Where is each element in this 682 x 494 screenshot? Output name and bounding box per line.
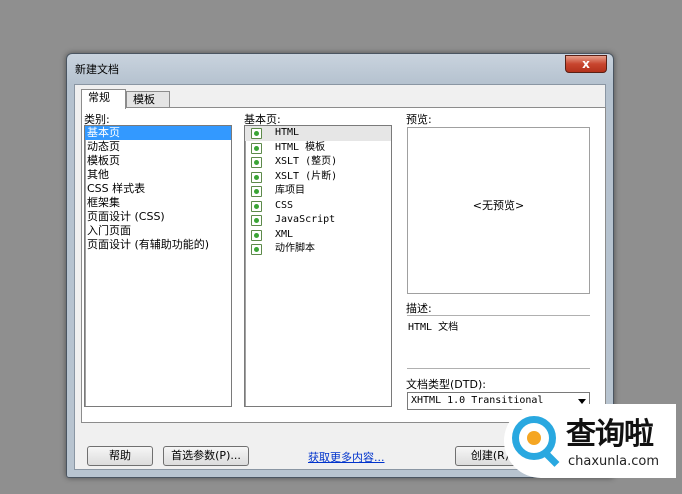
category-item[interactable]: 模板页 (85, 154, 231, 168)
category-item[interactable]: 基本页 (85, 126, 231, 140)
watermark-url: chaxunla.com (568, 454, 659, 469)
watermark-logo: 查询啦 chaxunla.com (504, 404, 676, 478)
document-icon (251, 157, 262, 168)
document-icon (251, 215, 262, 226)
document-icon (251, 128, 262, 139)
basic-page-item-label: JavaScript (275, 214, 336, 225)
preview-box: <无预览> (407, 127, 590, 294)
basic-page-item[interactable]: XML (245, 228, 391, 243)
category-item[interactable]: 入门页面 (85, 224, 231, 238)
category-item[interactable]: 页面设计 (有辅助功能的) (85, 238, 231, 252)
basic-page-item-label: 动作脚本 (275, 243, 315, 254)
preferences-button[interactable]: 首选参数(P)... (163, 446, 249, 466)
category-item[interactable]: 页面设计 (CSS) (85, 210, 231, 224)
tab-general[interactable]: 常规 (81, 89, 126, 109)
basic-page-item[interactable]: JavaScript (245, 213, 391, 228)
basic-page-item-label: CSS (275, 199, 294, 211)
description-divider (407, 315, 590, 316)
category-item[interactable]: 动态页 (85, 140, 231, 154)
preview-text: <无预览> (472, 199, 525, 212)
tab-templates[interactable]: 模板 (126, 91, 170, 108)
category-list[interactable]: 基本页 动态页 模板页 其他 CSS 样式表 框架集 页面设计 (CSS) 入门页面 页面设计 … (84, 125, 232, 407)
description-divider-bottom (407, 368, 590, 369)
magnifier-logo-icon (512, 416, 556, 460)
category-item[interactable]: 其他 (85, 168, 231, 182)
document-icon (251, 186, 262, 197)
basic-page-item[interactable]: XSLT (片断) (245, 170, 391, 185)
basic-page-list[interactable]: HTML HTML 模板 XSLT (整页) XSLT (片断) 库项目 CSS JavaS… (244, 125, 392, 407)
category-item[interactable]: 框架集 (85, 196, 231, 210)
preview-label: 预览: (406, 113, 432, 126)
basic-page-item-label: HTML (275, 127, 300, 138)
close-button[interactable]: x (565, 55, 607, 73)
title-bar[interactable]: 新建文档 x (67, 54, 613, 80)
description-label: 描述: (406, 302, 432, 315)
basic-page-item[interactable]: HTML (245, 126, 391, 141)
basic-page-item[interactable]: 库项目 (245, 184, 391, 199)
basic-page-item[interactable]: HTML 模板 (245, 141, 391, 156)
document-icon (251, 244, 262, 255)
help-button[interactable]: 帮助 (87, 446, 153, 466)
basic-page-item[interactable]: CSS (245, 199, 391, 214)
basic-page-item[interactable]: 动作脚本 (245, 242, 391, 257)
dialog-title: 新建文档 (75, 63, 119, 76)
document-icon (251, 142, 262, 154)
basic-page-item-label: HTML 模板 (275, 141, 326, 153)
basic-page-item-label: XSLT (片断) (275, 170, 338, 182)
basic-page-item[interactable]: XSLT (整页) (245, 155, 391, 170)
document-icon (251, 171, 262, 183)
document-icon (251, 229, 262, 241)
basic-page-item-label: 库项目 (275, 185, 305, 196)
document-icon (251, 200, 262, 212)
watermark-title: 查询啦 (566, 417, 654, 452)
general-tab-panel: 类别: 基本页 动态页 模板页 其他 CSS 样式表 框架集 页面设计 (CSS) 入门页面页… (81, 107, 606, 423)
category-item[interactable]: CSS 样式表 (85, 182, 231, 196)
basic-page-item-label: XML (275, 228, 294, 240)
description-text: HTML 文档 (408, 322, 459, 333)
get-more-content-link[interactable]: 获取更多内容... (308, 449, 385, 465)
doctype-value: XHTML 1.0 Transitional (411, 395, 544, 406)
doctype-label: 文档类型(DTD): (406, 378, 486, 391)
basic-page-item-label: XSLT (整页) (275, 156, 338, 167)
